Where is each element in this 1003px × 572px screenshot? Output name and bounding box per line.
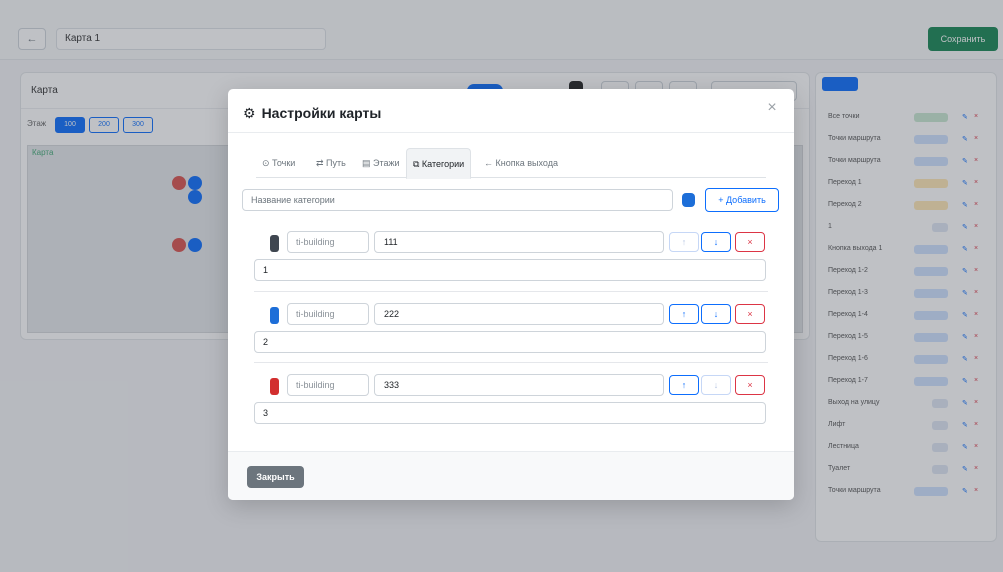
divider — [254, 362, 768, 363]
tab-floors[interactable]: ▤ Этажи — [356, 148, 406, 178]
tab-exit-button[interactable]: ← Кнопка выхода — [478, 148, 564, 178]
map-settings-modal: ⚙ Настройки карты × ⊙ Точки ⇄ Путь ▤ Этаж… — [228, 89, 794, 500]
move-up-button[interactable]: ↑ — [669, 375, 699, 395]
move-down-button[interactable]: ↓ — [701, 232, 731, 252]
modal-footer: Закрыть — [228, 451, 794, 500]
category-color-swatch[interactable] — [270, 235, 279, 252]
category-name-field[interactable]: 222 — [374, 303, 664, 325]
modal-title-text: Настройки карты — [261, 105, 382, 121]
delete-category-button[interactable]: × — [735, 375, 765, 395]
close-button[interactable]: Закрыть — [247, 466, 304, 488]
category-icon-input[interactable]: ti-building — [287, 374, 369, 396]
divider — [254, 291, 768, 292]
category-icon-input[interactable]: ti-building — [287, 303, 369, 325]
category-description-field[interactable]: 3 — [254, 402, 766, 424]
category-description-field[interactable]: 1 — [254, 259, 766, 281]
category-name-field[interactable]: 111 — [374, 231, 664, 253]
category-color-swatch[interactable] — [270, 307, 279, 324]
settings-tabs: ⊙ Точки ⇄ Путь ▤ Этажи ⧉ Категории ← Кно… — [256, 148, 766, 179]
move-down-button[interactable]: ↓ — [701, 304, 731, 324]
tab-path[interactable]: ⇄ Путь — [310, 148, 352, 178]
close-icon[interactable]: × — [762, 98, 782, 118]
move-up-button[interactable]: ↑ — [669, 304, 699, 324]
add-category-button[interactable]: + Добавить — [705, 188, 779, 212]
category-color-swatch[interactable] — [270, 378, 279, 395]
tab-categories[interactable]: ⧉ Категории — [406, 148, 472, 179]
category-icon-input[interactable]: ti-building — [287, 231, 369, 253]
move-up-button[interactable]: ↑ — [669, 232, 699, 252]
category-item: ti-building 333 ↑ ↓ × 3 — [254, 374, 768, 438]
move-down-button[interactable]: ↓ — [701, 375, 731, 395]
modal-header: ⚙ Настройки карты × — [228, 89, 794, 133]
delete-category-button[interactable]: × — [735, 232, 765, 252]
category-item: ti-building 111 ↑ ↓ × 1 — [254, 231, 768, 295]
category-name-field[interactable]: 333 — [374, 374, 664, 396]
tab-points[interactable]: ⊙ Точки — [256, 148, 301, 178]
category-color-picker[interactable] — [682, 193, 695, 207]
gear-icon: ⚙ — [243, 105, 256, 121]
delete-category-button[interactable]: × — [735, 304, 765, 324]
modal-title: ⚙ Настройки карты — [243, 105, 381, 122]
category-item: ti-building 222 ↑ ↓ × 2 — [254, 303, 768, 367]
category-description-field[interactable]: 2 — [254, 331, 766, 353]
category-name-input[interactable]: Название категории — [242, 189, 673, 211]
